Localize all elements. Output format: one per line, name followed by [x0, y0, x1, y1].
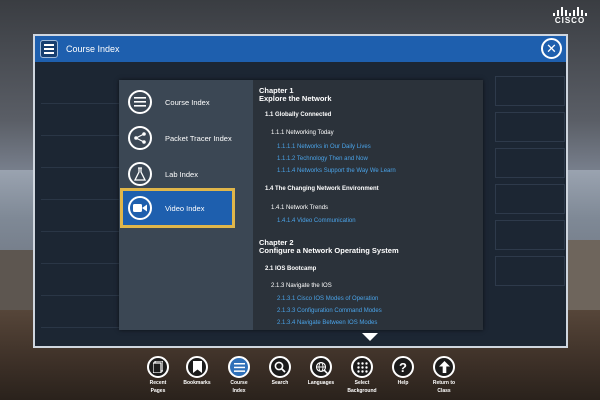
- tool-label: Bookmarks: [183, 380, 211, 386]
- chapter-title[interactable]: Configure a Network Operating System: [259, 246, 399, 255]
- topic-title[interactable]: 2.1.3 Navigate the IOS: [271, 283, 332, 289]
- menu-icon[interactable]: [40, 40, 58, 58]
- index-nav: Course Index Packet Tracer Index Lab Ind…: [119, 80, 253, 330]
- index-content: Chapter 1 Explore the Network 1.1 Global…: [253, 80, 483, 330]
- grid-dots-icon: [351, 356, 373, 378]
- bottom-toolbar: Recent Pages Bookmarks Course Index Sear…: [138, 356, 468, 400]
- scroll-down-arrow-icon[interactable]: [362, 333, 378, 341]
- cisco-logo-bars: [550, 6, 590, 16]
- index-link[interactable]: 1.1.1.4 Networks Support the Way We Lear…: [277, 168, 396, 174]
- course-index-button[interactable]: Course Index: [219, 356, 259, 394]
- window-header: Course Index ✕: [35, 36, 566, 62]
- index-link[interactable]: 1.1.1.1 Networks in Our Daily Lives: [277, 144, 371, 150]
- background-thumbnail-grid: [495, 76, 565, 292]
- pages-icon: [147, 356, 169, 378]
- section-title[interactable]: 2.1 IOS Bootcamp: [265, 266, 316, 272]
- tool-label: Help: [397, 380, 409, 386]
- recent-pages-button[interactable]: Recent Pages: [138, 356, 178, 394]
- index-link[interactable]: 2.1.3.1 Cisco IOS Modes of Operation: [277, 296, 378, 302]
- nav-item-video-index[interactable]: Video Index: [120, 188, 235, 228]
- help-icon: ?: [392, 356, 414, 378]
- list-icon: [128, 90, 152, 114]
- chapter-title[interactable]: Explore the Network: [259, 94, 332, 103]
- list-icon: [228, 356, 250, 378]
- languages-button[interactable]: Languages: [301, 356, 341, 386]
- index-link[interactable]: 2.1.3.3 Configuration Command Modes: [277, 308, 382, 314]
- tool-label: Select: [354, 380, 370, 386]
- section-title[interactable]: 1.1 Globally Connected: [265, 112, 331, 118]
- topic-title[interactable]: 1.1.1 Networking Today: [271, 130, 334, 136]
- nav-label: Video Index: [165, 203, 205, 213]
- tool-label: Search: [271, 380, 289, 386]
- index-link[interactable]: 1.1.1.2 Technology Then and Now: [277, 156, 368, 162]
- cisco-logo-text: CISCO: [554, 16, 586, 25]
- index-link[interactable]: 2.1.3.4 Navigate Between IOS Modes: [277, 320, 377, 326]
- search-button[interactable]: Search: [260, 356, 300, 386]
- help-button[interactable]: ? Help: [383, 356, 423, 386]
- section-title[interactable]: 1.4 The Changing Network Environment: [265, 186, 379, 192]
- tool-label: Background: [347, 388, 377, 394]
- nav-item-packet-tracer-index[interactable]: Packet Tracer Index: [119, 120, 253, 156]
- network-icon: [128, 126, 152, 150]
- index-panel: Course Index Packet Tracer Index Lab Ind…: [119, 80, 483, 330]
- video-camera-icon: [128, 196, 152, 220]
- tool-label: Course: [230, 380, 248, 386]
- flask-icon: [128, 162, 152, 186]
- arrow-up-icon: [433, 356, 455, 378]
- tool-label: Class: [437, 388, 451, 394]
- tool-label: Languages: [307, 380, 335, 386]
- bookmark-icon: [186, 356, 208, 378]
- close-icon: ✕: [546, 41, 557, 56]
- nav-label: Course Index: [165, 97, 210, 107]
- nav-label: Packet Tracer Index: [165, 133, 232, 143]
- index-link[interactable]: 1.4.1.4 Video Communication: [277, 218, 356, 224]
- topic-title[interactable]: 1.4.1 Network Trends: [271, 205, 328, 211]
- bookmarks-button[interactable]: Bookmarks: [177, 356, 217, 386]
- tool-label: Pages: [150, 388, 166, 394]
- nav-item-lab-index[interactable]: Lab Index: [119, 156, 253, 192]
- cisco-logo: CISCO: [550, 6, 590, 25]
- search-icon: [269, 356, 291, 378]
- tool-label: Recent: [149, 380, 167, 386]
- return-to-class-button[interactable]: Return to Class: [424, 356, 464, 394]
- tool-label: Return to: [432, 380, 456, 386]
- nav-item-course-index[interactable]: Course Index: [119, 84, 253, 120]
- window-title: Course Index: [66, 44, 120, 54]
- select-background-button[interactable]: Select Background: [342, 356, 382, 394]
- tool-label: Index: [232, 388, 246, 394]
- globe-icon: [310, 356, 332, 378]
- nav-label: Lab Index: [165, 169, 198, 179]
- close-button[interactable]: ✕: [541, 38, 562, 59]
- background-chapter-list: [41, 76, 121, 332]
